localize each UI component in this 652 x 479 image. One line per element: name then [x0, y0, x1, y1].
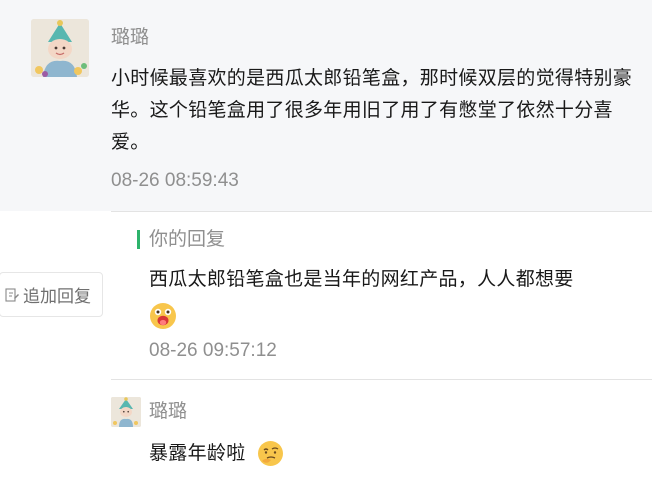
avatar[interactable]: [31, 19, 89, 77]
reply-text: 西瓜太郎铅笔盒也是当年的网红产品，人人都想要: [149, 269, 574, 290]
reply-label: 你的回复: [149, 229, 226, 250]
add-reply-button[interactable]: 追加回复: [0, 272, 103, 317]
add-reply-label: 追加回复: [23, 287, 91, 306]
comment-author[interactable]: 璐璐: [111, 26, 149, 50]
comment-thread: 璐璐 小时候最喜欢的是西瓜太郎铅笔盒，那时候双层的觉得特别豪华。这个铅笔盒用了很…: [0, 0, 652, 479]
surprised-tongue-emoji: [149, 302, 177, 330]
reply-time: 08-26 09:57:12: [149, 340, 277, 361]
comment-time: 08-26 08:59:43: [111, 170, 239, 191]
avatar[interactable]: [111, 397, 141, 427]
thinking-emoji: [257, 440, 284, 467]
avatar-illustration: [31, 19, 89, 77]
comment-text: 小时候最喜欢的是西瓜太郎铅笔盒，那时候双层的觉得特别豪华。这个铅笔盒用了很多年用…: [111, 68, 633, 153]
followup-author[interactable]: 璐璐: [149, 400, 187, 424]
reply-accent-bar: [137, 230, 140, 249]
avatar-illustration: [111, 397, 141, 427]
edit-icon: [5, 287, 19, 302]
